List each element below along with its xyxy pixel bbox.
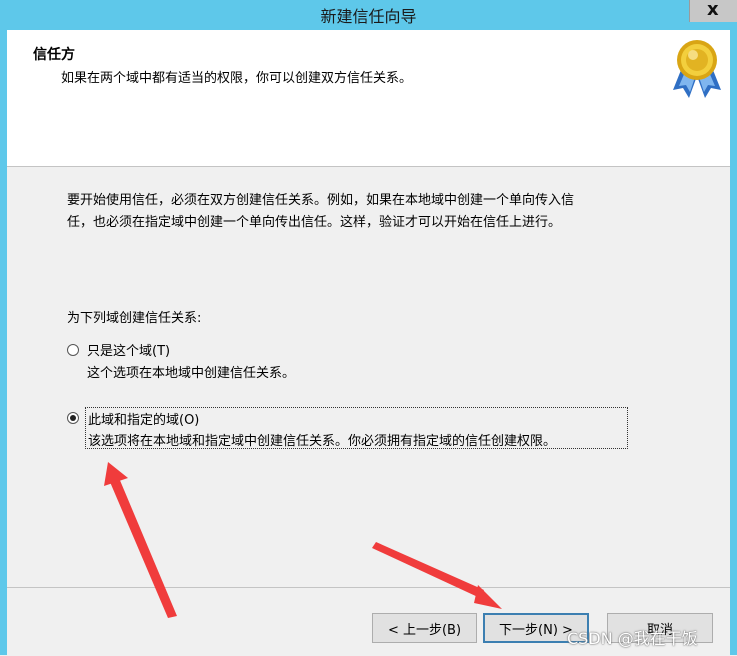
- option-this-domain-only-label[interactable]: 只是这个域(T): [87, 340, 170, 359]
- certificate-medal-icon: [673, 40, 721, 98]
- radio-this-domain-only[interactable]: [67, 344, 79, 356]
- intro-line-1: 要开始使用信任，必须在双方创建信任关系。例如，如果在本地域中创建一个单向传入信: [67, 193, 575, 208]
- close-button[interactable]: x: [689, 0, 737, 22]
- title-bar: 新建信任向导 x: [0, 0, 737, 30]
- window-frame-right: [730, 30, 737, 655]
- intro-text: 要开始使用信任，必须在双方创建信任关系。例如，如果在本地域中创建一个单向传入信 …: [67, 190, 667, 234]
- option-this-domain-only-description: 这个选项在本地域中创建信任关系。: [87, 366, 296, 381]
- close-icon: x: [707, 0, 719, 20]
- radio-both-domains[interactable]: [67, 412, 79, 424]
- page-title: 信任方: [33, 47, 75, 63]
- page-subtitle: 如果在两个域中都有适当的权限，你可以创建双方信任关系。: [61, 71, 413, 86]
- option-both-domains-description: 该选项将在本地域和指定域中创建信任关系。你必须拥有指定域的信任创建权限。: [88, 434, 557, 449]
- option-both-domains-label[interactable]: 此域和指定的域(O): [88, 409, 199, 428]
- wizard-content: 要开始使用信任，必须在双方创建信任关系。例如，如果在本地域中创建一个单向传入信 …: [7, 167, 730, 587]
- option-both-domains[interactable]: 此域和指定的域(O) 该选项将在本地域和指定域中创建信任关系。你必须拥有指定域的…: [67, 407, 637, 451]
- option-this-domain-only[interactable]: 只是这个域(T) 这个选项在本地域中创建信任关系。: [67, 340, 567, 381]
- back-button[interactable]: < 上一步(B): [372, 613, 477, 643]
- domain-prompt: 为下列域创建信任关系:: [67, 311, 202, 326]
- window-frame-left: [0, 30, 7, 655]
- watermark-text: CSDN @我在干饭: [567, 629, 698, 648]
- intro-line-2: 任，也必须在指定域中创建一个单向传出信任。这样，验证才可以开始在信任上进行。: [67, 215, 562, 230]
- window-title: 新建信任向导: [320, 7, 417, 26]
- wizard-header: 信任方 如果在两个域中都有适当的权限，你可以创建双方信任关系。: [7, 30, 730, 167]
